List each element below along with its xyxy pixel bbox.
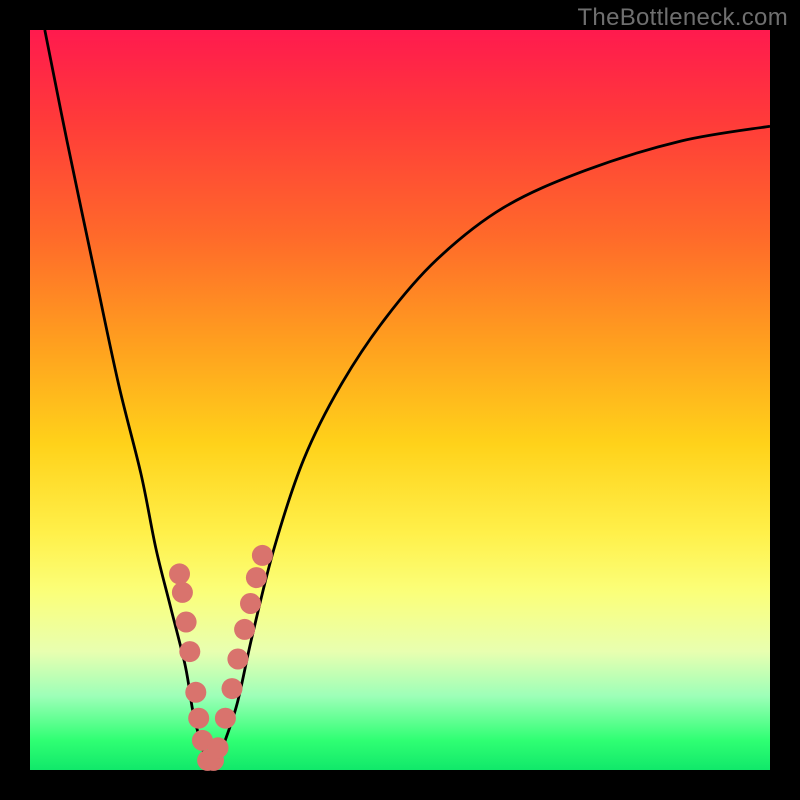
bottleneck-curve bbox=[45, 30, 770, 765]
data-marker bbox=[208, 737, 229, 758]
data-marker bbox=[188, 708, 209, 729]
data-marker bbox=[215, 708, 236, 729]
data-marker bbox=[227, 649, 248, 670]
data-marker bbox=[222, 678, 243, 699]
data-marker bbox=[176, 612, 197, 633]
chart-frame: TheBottleneck.com bbox=[0, 0, 800, 800]
watermark-text: TheBottleneck.com bbox=[577, 4, 788, 32]
data-marker bbox=[234, 619, 255, 640]
data-marker bbox=[179, 641, 200, 662]
data-marker bbox=[240, 593, 261, 614]
plot-area bbox=[30, 30, 770, 770]
data-marker bbox=[169, 563, 190, 584]
marker-group bbox=[169, 545, 273, 771]
chart-svg bbox=[30, 30, 770, 770]
data-marker bbox=[185, 682, 206, 703]
data-marker bbox=[172, 582, 193, 603]
data-marker bbox=[252, 545, 273, 566]
data-marker bbox=[246, 567, 267, 588]
